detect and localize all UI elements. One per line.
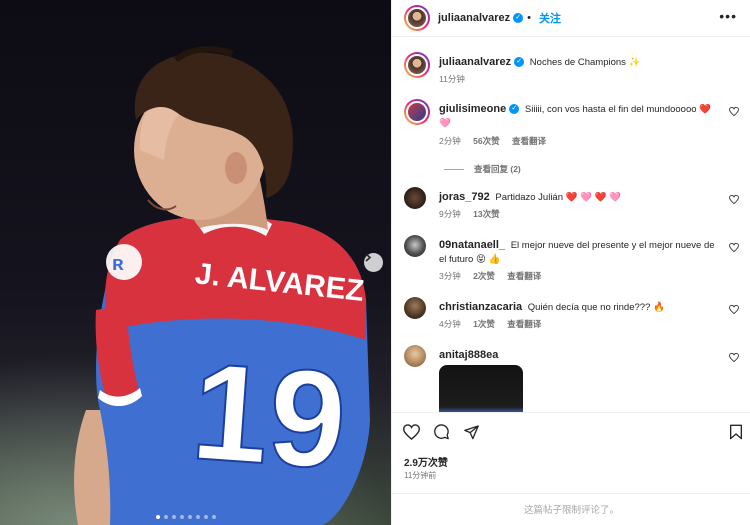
commenter-avatar[interactable] [404,297,426,319]
svg-text:ʀ: ʀ [112,253,124,275]
comment-username[interactable]: christianzacaria [439,301,522,313]
comment-time: 2分钟 [439,136,461,146]
follow-button[interactable]: 关注 [539,10,561,26]
commenter-avatar[interactable] [404,345,426,367]
post-photo[interactable]: ʀ J. ALVAREZ 19 [0,0,391,525]
caption-avatar[interactable] [404,52,430,78]
post-panel: juliaanalvarez ✓ • 关注 ••• juliaanalvarez… [391,0,750,525]
carousel-dot[interactable] [156,515,160,519]
comment-text: Quién decía que no rinde??? 🔥 [527,302,665,313]
comment-meta: 4分钟 1次赞 查看翻译 [439,318,541,330]
verified-badge-icon: ✓ [509,104,520,115]
comment-item: giulisimeone ✓ Siiiii, con vos hasta el f… [404,99,739,179]
sponsor-logo: ʀ [106,244,142,280]
view-replies-label[interactable]: 查看回复 (2) [474,163,521,175]
comment-time: 3分钟 [439,271,461,281]
heart-icon[interactable] [729,107,739,116]
next-photo-button[interactable] [364,253,383,272]
comment-likes[interactable]: 2次赞 [473,271,495,281]
carousel-dot[interactable] [212,515,216,519]
view-replies[interactable]: 查看回复 (2) [444,163,521,175]
comment-text: Siiiii, con vos hasta el fin del mundooo… [524,104,711,115]
comment-username[interactable]: anitaj888ea [439,349,498,361]
comment-bubble-icon [434,424,449,440]
commenter-avatar[interactable] [404,235,426,257]
comment-time: 9分钟 [439,209,461,219]
separator-dot: • [527,12,532,24]
heart-icon[interactable] [729,305,739,314]
comment-meta: 9分钟 13次赞 [439,208,500,220]
translate-link[interactable]: 查看翻译 [512,136,546,146]
comment-text: El mejor nueve del presente y el mejor n… [510,240,715,251]
comment-time: 4分钟 [439,319,461,329]
author-avatar[interactable] [404,5,430,31]
save-button[interactable] [729,424,743,445]
commenter-avatar[interactable] [404,187,426,209]
comment-text: Partidazo Julián ❤️ 🩷 ❤️ 🩷 [495,192,621,203]
comment-likes[interactable]: 56次赞 [473,136,499,146]
comment-username[interactable]: giulisimeone [439,103,506,115]
comment-username[interactable]: joras_792 [439,191,490,203]
carousel-dot[interactable] [188,515,192,519]
comments-scroll[interactable]: juliaanalvarez ✓ Noches de Champions ✨ 11… [392,38,750,412]
comment-text-line2: 🩷 [439,118,451,129]
comment-meta: 2分钟 56次赞 查看翻译 [439,135,546,147]
comment-meta: 3分钟 2次赞 查看翻译 [439,270,541,282]
comment-item: christianzacaria Quién decía que no rind… [404,297,739,337]
like-count[interactable]: 2.9万次赞 [404,454,448,469]
verified-badge-icon: ✓ [514,57,525,68]
translate-link[interactable]: 查看翻译 [507,319,541,329]
heart-icon[interactable] [729,195,739,204]
translate-link[interactable]: 查看翻译 [507,271,541,281]
post-timestamp: 11分钟前 [404,471,437,480]
comment-item: anitaj888ea [404,345,739,412]
chevron-right-icon [365,253,372,262]
caption-row: juliaanalvarez ✓ Noches de Champions ✨ 11… [404,52,739,92]
paper-plane-icon [464,425,479,440]
comment-text-line2: el futuro 😝 👍 [439,254,501,265]
comment-item: joras_792 Partidazo Julián ❤️ 🩷 ❤️ 🩷 9分钟… [404,187,739,227]
carousel-dot[interactable] [172,515,176,519]
verified-badge-icon: ✓ [513,13,524,23]
share-button[interactable] [463,424,480,445]
like-button[interactable] [402,424,421,445]
player-illustration: ʀ [74,46,370,525]
carousel-dot[interactable] [196,515,200,519]
carousel-dot[interactable] [204,515,208,519]
post-actions: 2.9万次赞 11分钟前 这篇帖子限制评论了。 [392,412,750,525]
bookmark-icon [730,424,742,440]
comment-likes[interactable]: 13次赞 [473,209,499,219]
caption-username[interactable]: juliaanalvarez [439,56,511,68]
caption-time: 11分钟 [439,74,465,84]
comment-item: 09natanaell_ El mejor nueve del presente… [404,235,739,290]
more-options-icon[interactable]: ••• [719,9,737,23]
commenter-avatar[interactable] [404,99,430,125]
comment-image[interactable] [439,365,523,412]
author-username[interactable]: juliaanalvarez [438,12,510,24]
heart-icon[interactable] [729,353,739,362]
heart-icon [402,424,421,441]
post-header: juliaanalvarez ✓ • 关注 ••• [392,0,750,37]
heart-icon[interactable] [729,243,739,252]
carousel-dot[interactable] [164,515,168,519]
replies-line [444,168,464,170]
comment-button[interactable] [433,424,450,445]
comments-restricted-notice: 这篇帖子限制评论了。 [392,493,750,525]
comment-likes[interactable]: 1次赞 [473,319,495,329]
carousel-dot[interactable] [180,515,184,519]
carousel-indicator [156,515,216,519]
caption-text: Noches de Champions ✨ [529,57,641,68]
comment-username[interactable]: 09natanaell_ [439,239,505,251]
